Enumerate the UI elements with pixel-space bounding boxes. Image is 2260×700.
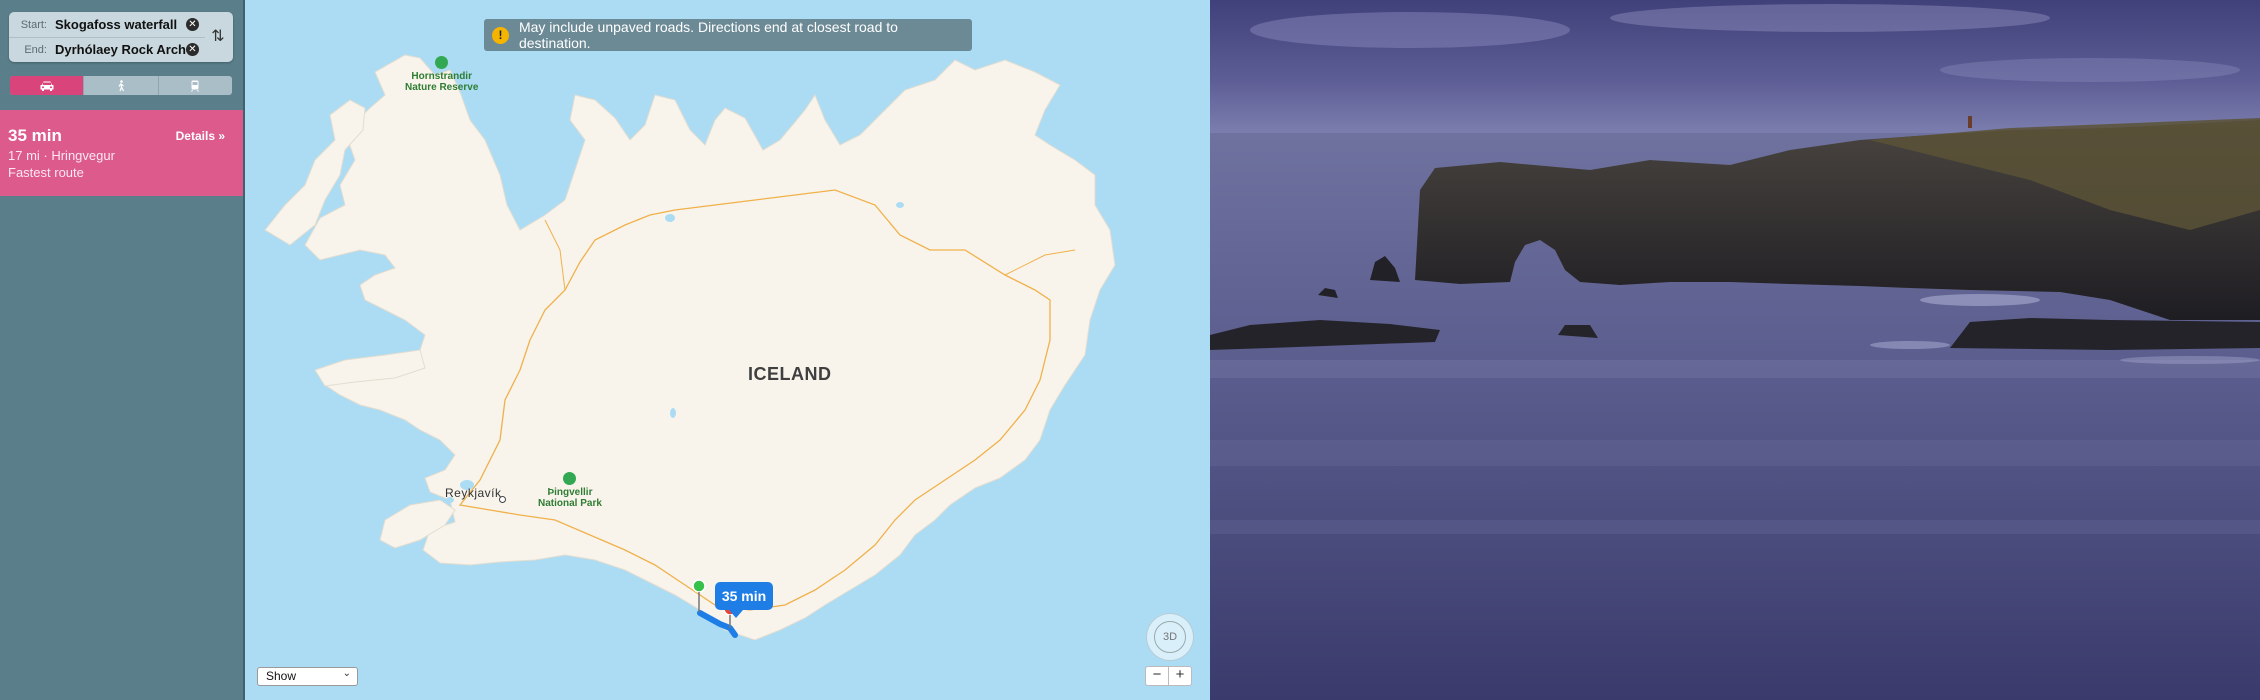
- coastal-landscape-image: [1210, 0, 2260, 700]
- poi-hornstrandir-line1: Hornstrandir: [411, 71, 472, 82]
- route-inputs: Start: Skogafoss waterfall ✕ End: Dyrhól…: [9, 12, 233, 62]
- details-link[interactable]: Details »: [176, 129, 225, 143]
- lighthouse: [1968, 116, 1972, 128]
- directions-sidebar: Start: Skogafoss waterfall ✕ End: Dyrhól…: [0, 0, 245, 700]
- eta-callout[interactable]: 35 min: [715, 582, 773, 618]
- tree-icon: [435, 56, 449, 69]
- transport-modes: [10, 76, 232, 95]
- map-view[interactable]: ! May include unpaved roads. Directions …: [245, 0, 1210, 700]
- poi-hornstrandir-line2: Nature Reserve: [405, 82, 479, 93]
- poi-thingvellir-line1: Þingvellir: [547, 487, 593, 498]
- zoom-in-button[interactable]: +: [1169, 666, 1192, 686]
- start-field[interactable]: Start: Skogafoss waterfall ✕: [9, 12, 205, 38]
- end-input[interactable]: Dyrhólaey Rock Arch: [55, 42, 186, 57]
- route-time: 35 min: [8, 126, 62, 145]
- tree-icon: [563, 472, 577, 485]
- iceland-land: [304, 54, 1116, 641]
- show-dropdown-value: Show: [266, 669, 297, 683]
- compass-3d-button[interactable]: 3D: [1146, 613, 1194, 661]
- end-label: End:: [24, 43, 47, 56]
- zoom-out-button[interactable]: −: [1145, 666, 1169, 686]
- poi-hornstrandir[interactable]: Hornstrandir Nature Reserve: [405, 56, 478, 93]
- walk-icon: [118, 79, 125, 91]
- mode-transit[interactable]: [159, 76, 232, 95]
- route-result-card[interactable]: 35 min Details » 17 mi · Hringvegur Fast…: [0, 110, 243, 196]
- mode-walking[interactable]: [84, 76, 159, 95]
- zoom-controls: − +: [1145, 666, 1192, 686]
- mode-driving[interactable]: [10, 76, 85, 95]
- poi-thingvellir[interactable]: Þingvellir National Park: [538, 472, 602, 509]
- train-icon: [191, 80, 200, 92]
- country-label: ICELAND: [748, 364, 832, 384]
- dyrholaey-photo: [1210, 0, 2260, 700]
- city-label-reykjavik[interactable]: Reykjavík: [445, 486, 502, 500]
- banner-text: May include unpaved roads. Directions en…: [518, 19, 898, 51]
- chevron-down-icon: ⌄: [342, 668, 351, 679]
- start-label: Start:: [20, 18, 47, 31]
- route-summary: 17 mi · Hringvegur: [8, 148, 115, 163]
- route-type: Fastest route: [8, 165, 84, 180]
- poi-thingvellir-line2: National Park: [538, 498, 602, 509]
- lake: [896, 202, 904, 208]
- end-field[interactable]: End: Dyrhólaey Rock Arch ✕: [9, 37, 205, 62]
- car-icon: [40, 81, 54, 91]
- city-dot-reykjavik: [499, 496, 506, 503]
- start-input[interactable]: Skogafoss waterfall: [55, 17, 186, 32]
- lake: [665, 214, 675, 222]
- lake: [670, 408, 676, 418]
- clear-start-icon[interactable]: ✕: [186, 18, 199, 31]
- reef: [1950, 318, 2260, 350]
- clear-end-icon[interactable]: ✕: [186, 43, 199, 56]
- unpaved-roads-banner: ! May include unpaved roads. Directions …: [484, 19, 972, 51]
- start-pin-icon: [692, 579, 706, 593]
- swap-icon[interactable]: ⇅: [209, 28, 227, 46]
- compass-label: 3D: [1154, 621, 1186, 653]
- show-dropdown[interactable]: Show ⌄: [257, 667, 358, 686]
- warning-icon: !: [492, 26, 509, 44]
